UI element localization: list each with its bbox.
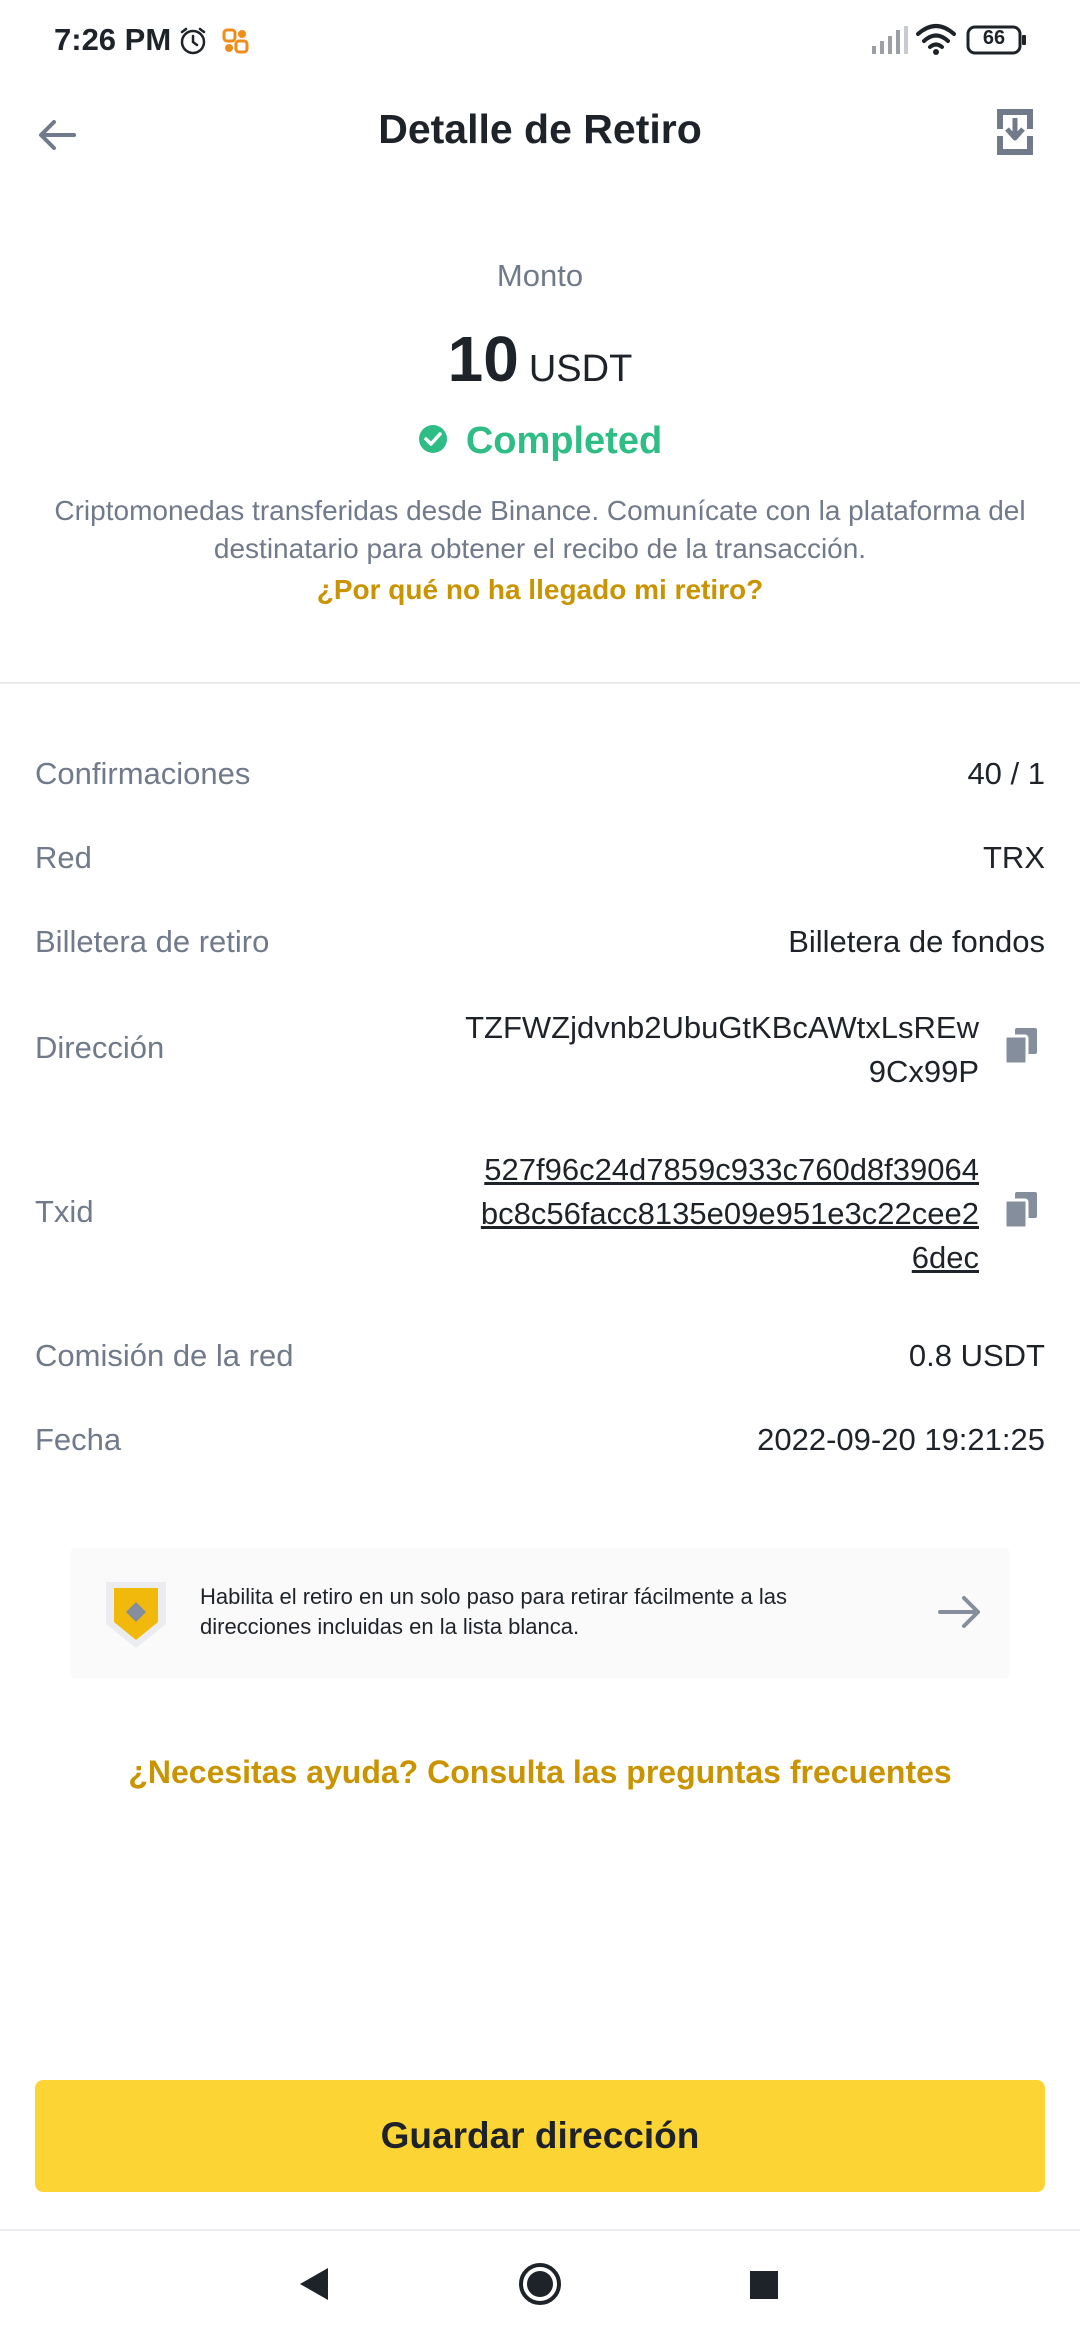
status-time: 7:26 PM: [54, 22, 172, 57]
divider: [0, 682, 1080, 684]
wallet-label: Billetera de retiro: [35, 924, 270, 959]
signal-icon: [872, 26, 908, 54]
shield-icon: [106, 1582, 166, 1648]
txid-label: Txid: [35, 1194, 94, 1229]
nav-divider: [0, 2229, 1080, 2231]
arrow-left-icon[interactable]: [34, 112, 80, 158]
header: Detalle de Retiro: [0, 84, 1080, 184]
date-value: 2022-09-20 19:21:25: [757, 1422, 1045, 1457]
confirmations-value: 40 / 1: [967, 756, 1045, 791]
promo-text: Habilita el retiro en un solo paso para …: [200, 1584, 787, 1639]
status-text: Completed: [465, 420, 663, 462]
status-badge: Completed: [0, 420, 1080, 463]
copy-txid-icon[interactable]: [1003, 1190, 1039, 1230]
battery-level: 66: [982, 27, 1006, 49]
page-title: Detalle de Retiro: [378, 106, 702, 152]
download-icon[interactable]: [994, 106, 1036, 158]
amount-unit: USDT: [528, 348, 633, 390]
faq-help-link[interactable]: ¿Necesitas ayuda? Consulta las preguntas…: [0, 1754, 1080, 1791]
txid-link[interactable]: 527f96c24d7859c933c760d8f39064bc8c56facc…: [479, 1148, 979, 1280]
fee-label: Comisión de la red: [35, 1338, 294, 1373]
check-circle-icon: [418, 424, 447, 453]
network-value: TRX: [983, 840, 1045, 875]
transfer-info-text: Criptomonedas transferidas desde Binance…: [54, 495, 1026, 564]
fee-value: 0.8 USDT: [908, 1338, 1045, 1373]
nav-recents-icon[interactable]: [748, 2269, 780, 2301]
address-label: Dirección: [35, 1030, 165, 1065]
nav-back-icon[interactable]: [296, 2264, 332, 2304]
amount: 10 USDT: [0, 322, 1080, 396]
whitelist-promo-banner[interactable]: Habilita el retiro en un solo paso para …: [70, 1548, 1010, 1678]
withdrawal-detail-screen: 7:26 PM 66 Detalle de Retiro Monto 10 US…: [0, 0, 1080, 2340]
alarm-icon: [180, 27, 206, 55]
amount-label: Monto: [496, 258, 584, 293]
app-notification-icon: [222, 28, 249, 54]
arrow-right-icon[interactable]: [936, 1592, 984, 1632]
status-bar: 7:26 PM 66: [0, 0, 1080, 84]
copy-address-icon[interactable]: [1003, 1026, 1039, 1066]
confirmations-label: Confirmaciones: [35, 756, 251, 791]
save-address-button[interactable]: Guardar dirección: [35, 2080, 1045, 2192]
wifi-icon: [916, 24, 956, 55]
network-label: Red: [35, 840, 92, 875]
address-value: TZFWZjdvnb2UbuGtKBcAWtxLsREw9Cx99P: [465, 1010, 979, 1089]
amount-value: 10: [447, 323, 519, 395]
date-label: Fecha: [35, 1422, 122, 1457]
wallet-value: Billetera de fondos: [788, 924, 1045, 959]
withdrawal-not-arrived-link[interactable]: ¿Por qué no ha llegado mi retiro?: [0, 574, 1080, 606]
nav-home-icon[interactable]: [518, 2262, 562, 2306]
